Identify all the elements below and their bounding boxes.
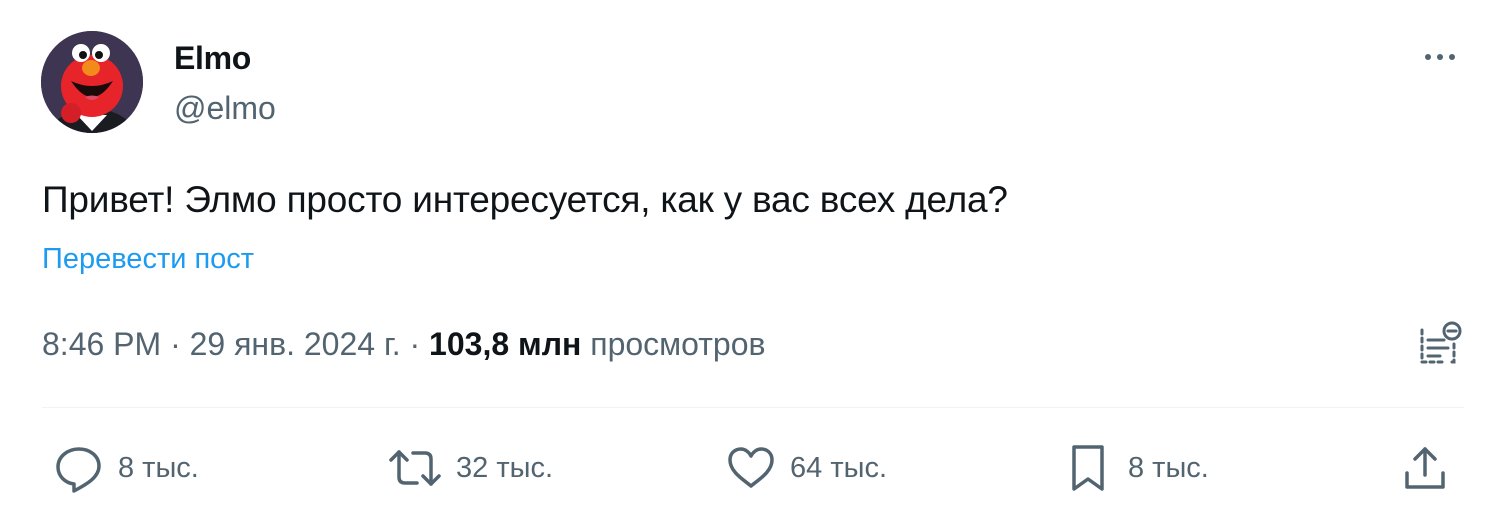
author-handle[interactable]: @elmo xyxy=(174,88,276,128)
reply-button[interactable]: 8 тыс. xyxy=(52,440,199,496)
reply-count: 8 тыс. xyxy=(118,452,199,484)
share-icon xyxy=(1405,447,1445,489)
bookmark-count: 8 тыс. xyxy=(1128,452,1209,484)
like-button[interactable]: 64 тыс. xyxy=(724,440,887,496)
analytics-button[interactable] xyxy=(1414,318,1464,368)
heart-icon xyxy=(728,447,774,488)
tweet-text: Привет! Элмо просто интересуется, как у … xyxy=(42,179,1008,220)
more-options-button[interactable] xyxy=(1417,40,1463,74)
views-count: 103,8 млн xyxy=(429,326,582,362)
elmo-avatar-image xyxy=(41,31,143,133)
bookmark-button[interactable]: 8 тыс. xyxy=(1062,440,1209,496)
reply-icon xyxy=(56,447,101,493)
bookmark-icon xyxy=(1072,445,1104,491)
tweet-date[interactable]: 29 янв. 2024 г. xyxy=(190,326,401,362)
repost-count: 32 тыс. xyxy=(456,452,553,484)
repost-icon xyxy=(389,450,441,486)
author-display-name[interactable]: Elmo xyxy=(174,38,251,78)
avatar[interactable] xyxy=(41,31,143,133)
views-label: просмотров xyxy=(590,326,766,362)
meta-separator: · xyxy=(409,326,421,362)
analytics-icon xyxy=(1420,321,1462,364)
like-count: 64 тыс. xyxy=(790,452,887,484)
more-dots-icon xyxy=(1425,54,1455,60)
repost-button[interactable]: 32 тыс. xyxy=(386,440,553,496)
translate-post-link[interactable]: Перевести пост xyxy=(42,240,254,278)
tweet-time[interactable]: 8:46 PM xyxy=(42,326,161,362)
share-button[interactable] xyxy=(1398,440,1452,496)
tweet-meta: 8:46 PM · 29 янв. 2024 г. · 103,8 млн пр… xyxy=(42,322,766,366)
divider xyxy=(42,407,1464,408)
meta-separator: · xyxy=(170,326,181,362)
tweet-card: Elmo @elmo Привет! Элмо просто интересуе… xyxy=(0,0,1500,526)
